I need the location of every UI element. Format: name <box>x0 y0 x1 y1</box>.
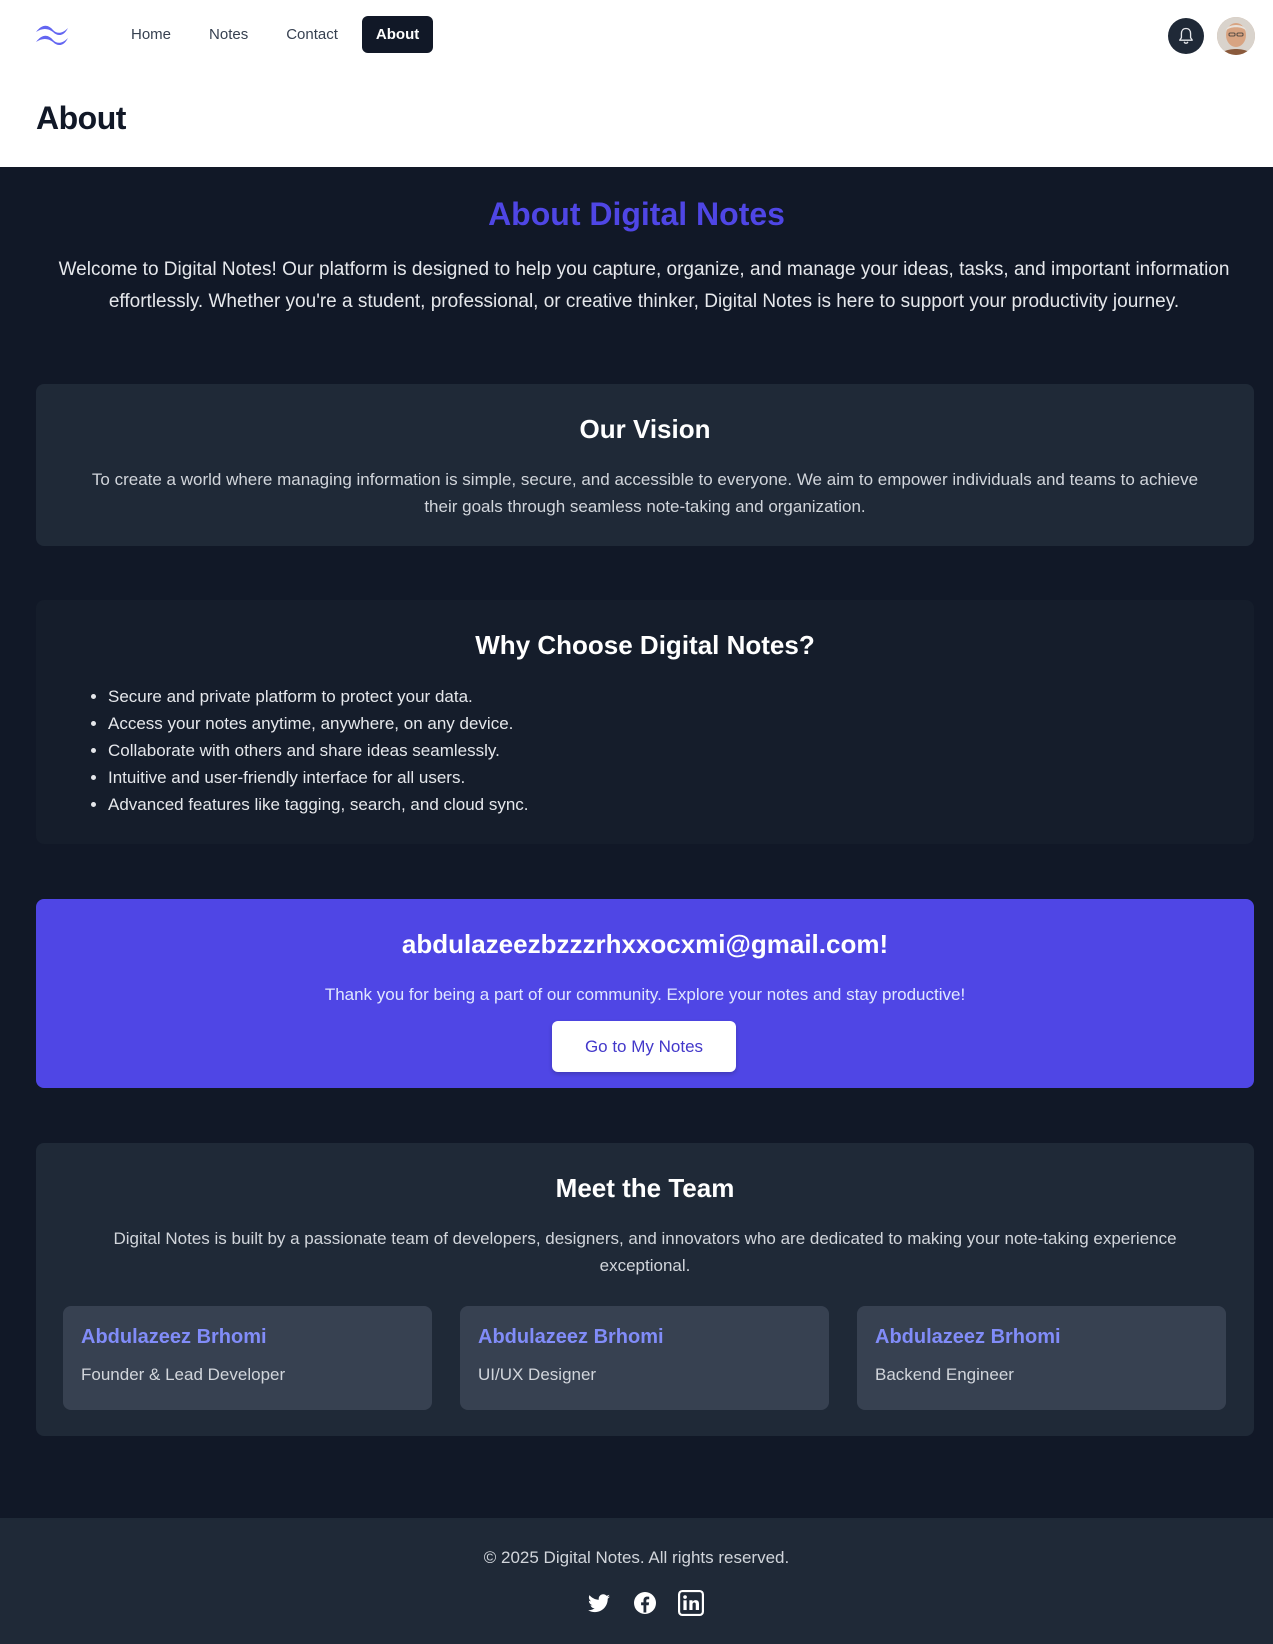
nav-home[interactable]: Home <box>117 16 185 53</box>
feature-item: Access your notes anytime, anywhere, on … <box>108 710 529 737</box>
team-member-card: Abdulazeez Brhomi UI/UX Designer <box>460 1306 829 1410</box>
feature-item: Collaborate with others and share ideas … <box>108 737 529 764</box>
facebook-icon[interactable] <box>632 1590 658 1616</box>
feature-item: Secure and private platform to protect y… <box>108 683 529 710</box>
feature-item: Intuitive and user-friendly interface fo… <box>108 764 529 791</box>
team-members: Abdulazeez Brhomi Founder & Lead Develop… <box>63 1306 1226 1410</box>
why-choose-card: Why Choose Digital Notes? Secure and pri… <box>36 600 1254 844</box>
page-header: About <box>0 72 1273 167</box>
welcome-banner: abdulazeezbzzzrhxxocxmi@gmail.com! Thank… <box>36 899 1254 1088</box>
member-name: Abdulazeez Brhomi <box>81 1326 267 1348</box>
welcome-email: abdulazeezbzzzrhxxocxmi@gmail.com! <box>401 929 889 959</box>
notifications-button[interactable] <box>1168 18 1204 54</box>
footer: © 2025 Digital Notes. All rights reserve… <box>0 1518 1273 1644</box>
twitter-icon[interactable] <box>586 1590 612 1616</box>
vision-title: Our Vision <box>579 414 711 444</box>
member-role: Backend Engineer <box>875 1365 1014 1384</box>
welcome-text: Thank you for being a part of our commun… <box>324 985 966 1004</box>
features-list: Secure and private platform to protect y… <box>88 683 529 818</box>
feature-item: Advanced features like tagging, search, … <box>108 791 529 818</box>
bell-icon <box>1179 27 1193 44</box>
top-navbar: Home Notes Contact About <box>0 0 1273 72</box>
nav-notes[interactable]: Notes <box>195 16 262 53</box>
member-name: Abdulazeez Brhomi <box>875 1326 1061 1348</box>
member-name: Abdulazeez Brhomi <box>478 1326 664 1348</box>
nav-about[interactable]: About <box>361 16 434 53</box>
vision-card: Our Vision To create a world where manag… <box>36 384 1254 546</box>
copyright: © 2025 Digital Notes. All rights reserve… <box>483 1548 790 1567</box>
member-role: UI/UX Designer <box>478 1365 597 1384</box>
why-choose-title: Why Choose Digital Notes? <box>475 630 815 660</box>
user-avatar[interactable] <box>1217 17 1255 55</box>
vision-text: To create a world where managing informa… <box>91 470 1199 516</box>
team-member-card: Abdulazeez Brhomi Founder & Lead Develop… <box>63 1306 432 1410</box>
go-to-notes-button[interactable]: Go to My Notes <box>552 1021 736 1072</box>
hero-title: About Digital Notes <box>488 196 785 232</box>
team-member-card: Abdulazeez Brhomi Backend Engineer <box>857 1306 1226 1410</box>
nav-contact[interactable]: Contact <box>272 16 352 53</box>
team-description: Digital Notes is built by a passionate t… <box>113 1229 1177 1275</box>
team-title: Meet the Team <box>555 1173 735 1203</box>
nav-links: Home Notes Contact About <box>117 16 434 53</box>
member-role: Founder & Lead Developer <box>81 1365 286 1384</box>
social-links <box>586 1590 704 1616</box>
team-card: Meet the Team Digital Notes is built by … <box>36 1143 1254 1436</box>
hero-description: Welcome to Digital Notes! Our platform i… <box>58 259 1230 312</box>
page-title: About <box>36 100 126 136</box>
linkedin-icon[interactable] <box>678 1590 704 1616</box>
tailwind-logo-icon[interactable] <box>34 20 72 50</box>
